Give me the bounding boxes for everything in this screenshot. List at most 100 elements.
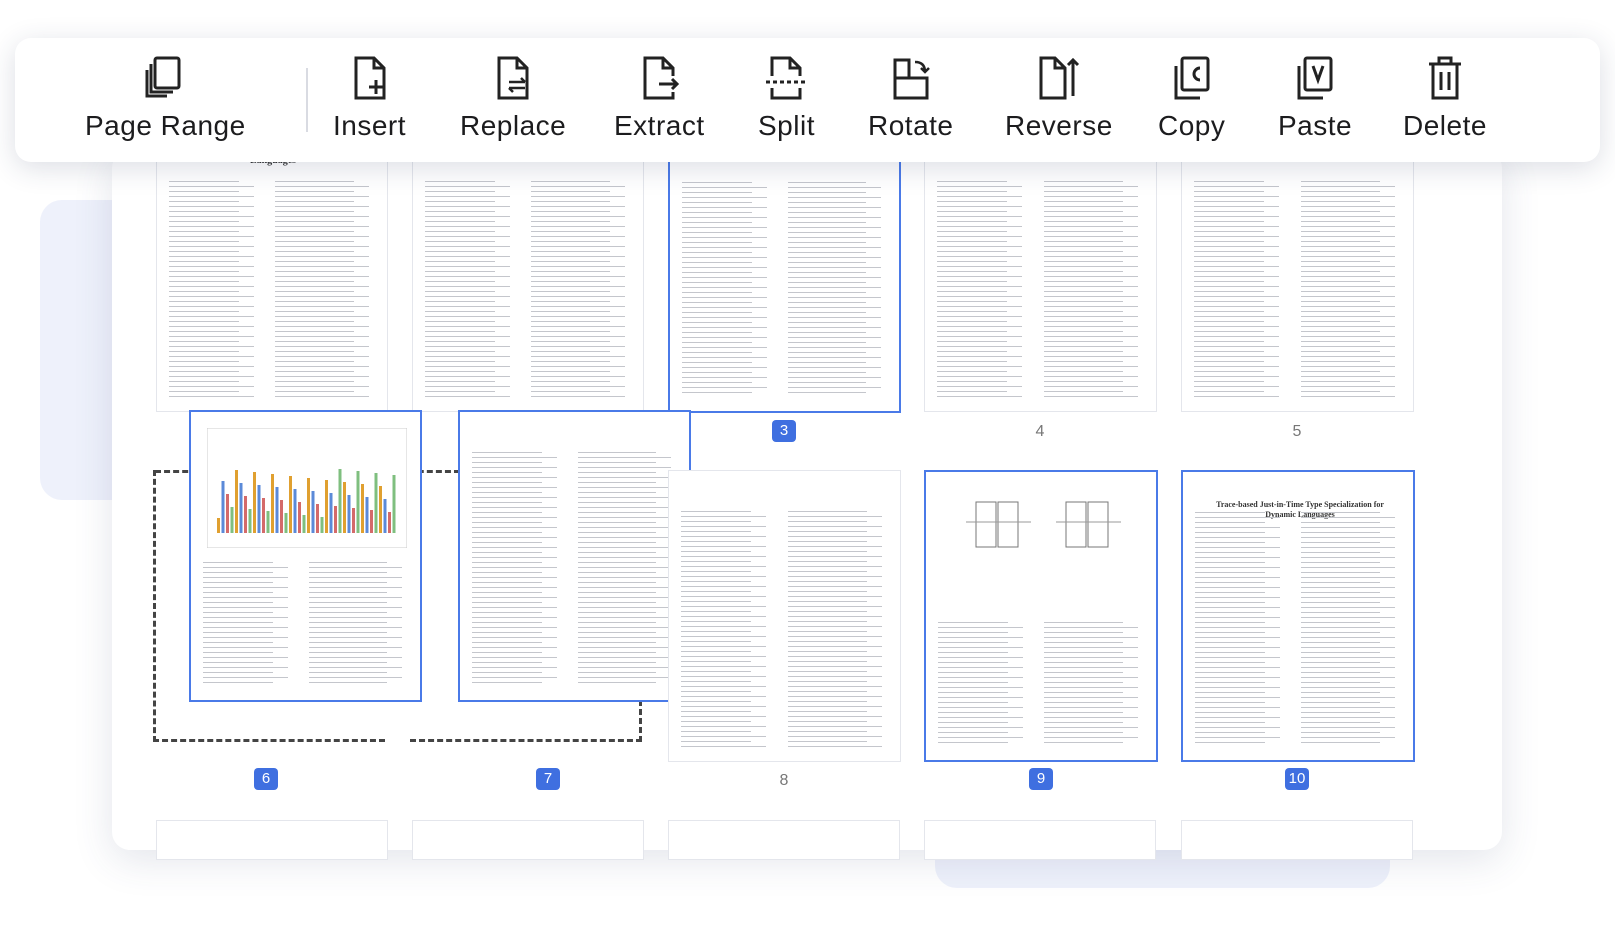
text-line	[938, 672, 1008, 673]
text-line	[787, 541, 867, 542]
text-line	[787, 536, 882, 537]
text-line	[203, 562, 273, 563]
text-line	[787, 392, 867, 393]
text-line	[531, 196, 625, 197]
chart-bar	[370, 510, 373, 533]
page-thumbnail-3[interactable]	[668, 140, 901, 413]
text-line	[681, 741, 752, 742]
text-line	[275, 266, 369, 267]
text-line	[308, 567, 403, 568]
chart-bar	[235, 470, 238, 533]
text-line	[531, 356, 625, 357]
extract-button[interactable]: Extract	[614, 54, 705, 142]
text-line	[472, 657, 557, 658]
text-line	[1195, 612, 1265, 613]
text-line	[682, 322, 752, 323]
text-line	[1195, 632, 1265, 633]
text-line	[169, 306, 254, 307]
text-line	[472, 472, 542, 473]
text-line	[577, 677, 672, 678]
text-line	[1194, 326, 1280, 327]
page-thumbnail-9[interactable]	[924, 470, 1158, 762]
page-thumbnail[interactable]: Languages	[156, 140, 388, 412]
text-line	[682, 292, 752, 293]
page-thumbnail-6[interactable]	[189, 410, 422, 702]
reverse-button[interactable]: Reverse	[1005, 54, 1113, 142]
text-line	[682, 327, 767, 328]
text-line	[425, 386, 510, 387]
text-line	[169, 396, 254, 397]
text-line	[425, 276, 510, 277]
text-line	[1043, 276, 1138, 277]
text-line	[1301, 582, 1380, 583]
rotate-page-icon	[893, 58, 930, 100]
text-line	[681, 546, 767, 547]
text-line	[1301, 587, 1395, 588]
page-thumbnail[interactable]	[412, 820, 644, 860]
text-line	[1301, 617, 1395, 618]
text-line	[425, 246, 510, 247]
text-line	[169, 316, 254, 317]
text-line	[681, 581, 752, 582]
text-line	[275, 396, 369, 397]
page-thumbnail[interactable]	[412, 140, 644, 412]
copy-button[interactable]: Copy	[1158, 54, 1225, 142]
text-line	[1301, 532, 1380, 533]
page-thumbnail[interactable]	[668, 820, 900, 860]
text-line	[787, 277, 882, 278]
text-line	[682, 217, 767, 218]
text-line	[1194, 361, 1265, 362]
extract-page-icon	[643, 56, 680, 100]
text-line	[937, 201, 1008, 202]
text-line	[308, 617, 403, 618]
text-line	[169, 321, 239, 322]
text-line	[1044, 702, 1123, 703]
rotate-button[interactable]: Rotate	[868, 54, 954, 142]
text-line	[1194, 196, 1280, 197]
text-line	[577, 657, 672, 658]
text-line	[275, 326, 369, 327]
text-line	[1043, 381, 1123, 382]
text-line	[1043, 326, 1138, 327]
page-thumbnail-4[interactable]	[924, 140, 1157, 412]
page-thumbnail[interactable]	[156, 820, 388, 860]
text-line	[1043, 371, 1123, 372]
split-button[interactable]: Split	[758, 54, 815, 142]
page-thumbnail-10[interactable]: Trace-based Just-in-Time Type Specializa…	[1181, 470, 1415, 762]
text-line	[577, 642, 657, 643]
text-line	[169, 366, 254, 367]
text-line	[577, 527, 672, 528]
text-line	[1043, 191, 1123, 192]
text-line	[787, 337, 882, 338]
paste-button[interactable]: Paste	[1278, 54, 1352, 142]
text-line	[577, 577, 672, 578]
text-line	[1195, 732, 1265, 733]
text-line	[1300, 281, 1380, 282]
insert-button[interactable]: Insert	[333, 54, 406, 142]
text-line	[682, 357, 767, 358]
page-range-button[interactable]: Page Range	[85, 54, 246, 142]
text-line	[787, 621, 867, 622]
text-line	[1043, 201, 1123, 202]
text-line	[531, 366, 625, 367]
text-line	[308, 657, 403, 658]
text-line	[938, 662, 1008, 663]
text-line	[472, 622, 542, 623]
page-thumbnail-5[interactable]	[1181, 140, 1414, 412]
replace-button[interactable]: Replace	[460, 54, 566, 142]
page-thumbnail-8[interactable]	[668, 470, 901, 762]
text-line	[1300, 356, 1395, 357]
text-line	[1195, 562, 1265, 563]
text-line	[169, 181, 239, 182]
page-thumbnail-7[interactable]	[458, 410, 691, 702]
text-line	[681, 606, 767, 607]
page-thumbnail[interactable]	[924, 820, 1156, 860]
text-line	[787, 726, 882, 727]
text-line	[1300, 371, 1380, 372]
page-thumbnail[interactable]	[1181, 820, 1413, 860]
text-line	[203, 632, 273, 633]
text-line	[1300, 231, 1380, 232]
delete-button[interactable]: Delete	[1403, 54, 1487, 142]
page-number-badge: 9	[1029, 768, 1053, 790]
text-line	[787, 631, 867, 632]
